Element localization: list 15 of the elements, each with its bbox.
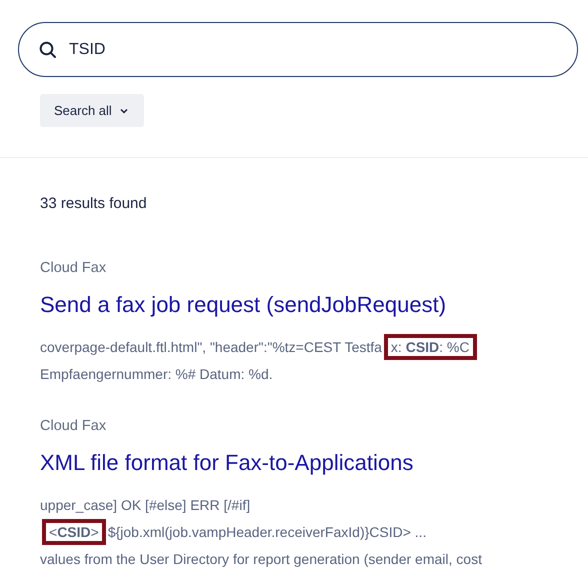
snippet-line: coverpage-default.ftl.html", "header":"%tz=CEST Testfa x: CSID: %C (40, 334, 588, 361)
result-category: Cloud Fax (40, 260, 108, 276)
chevron-down-icon (120, 108, 128, 114)
search-scope-dropdown[interactable]: Search all (40, 94, 144, 127)
search-field[interactable]: TSID (18, 22, 578, 77)
snippet-line: upper_case] OK [#else] ERR [/#if] (40, 496, 252, 515)
snippet-line: values from the User Directory for report generation (sender email, cost (40, 550, 483, 569)
snippet-line: <CSID> ${job.xml(job.vampHeader.receiverFaxId)}CSID> ... (40, 519, 588, 546)
search-input[interactable]: TSID (69, 40, 469, 58)
search-icon (39, 40, 57, 58)
result-category: Cloud Fax (40, 418, 108, 434)
result-title-link[interactable]: XML file format for Fax-to-Applications (40, 450, 588, 476)
result-title-link[interactable]: Send a fax job request (sendJobRequest) (40, 292, 588, 318)
snippet-line: Empfaengernummer: %# Datum: %d. (40, 365, 274, 384)
result-count: 33 results found (40, 195, 148, 212)
